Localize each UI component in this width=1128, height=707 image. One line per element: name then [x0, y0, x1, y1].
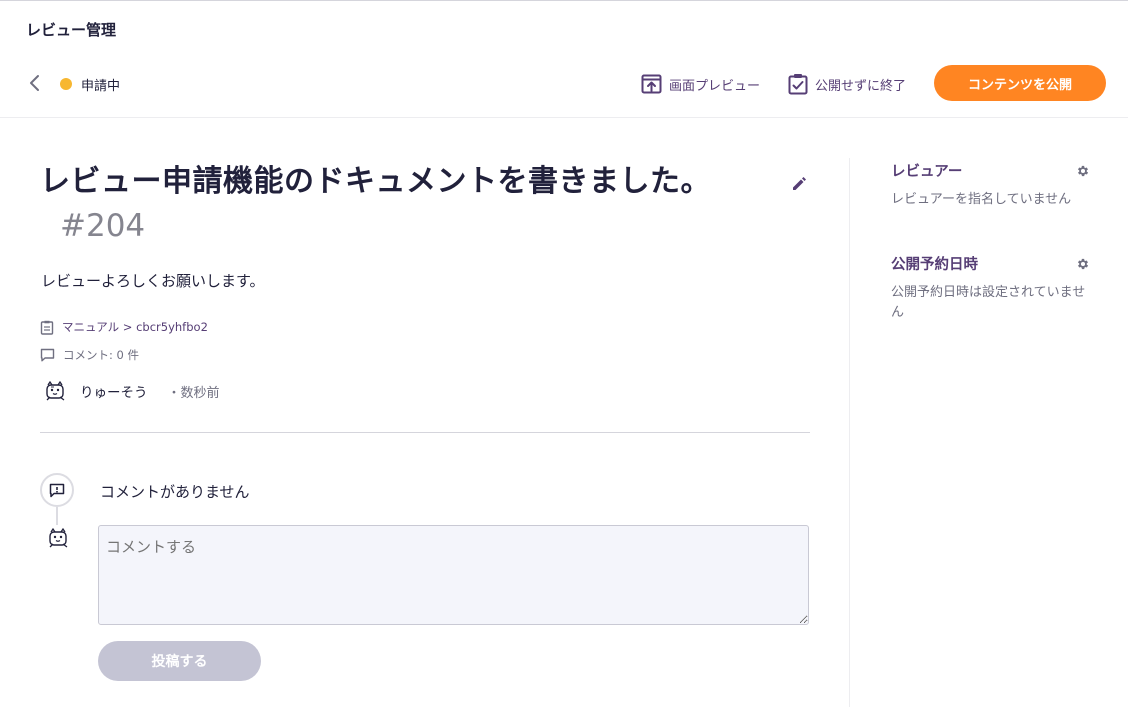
review-title: レビュー申請機能のドキュメントを書きました。	[40, 164, 711, 199]
content-path: マニュアル > cbcr5yhfbo2	[40, 319, 208, 335]
comment-count-label: コメント: 0 件	[63, 348, 140, 362]
chevron-left-icon	[30, 75, 39, 91]
comment-icon	[40, 348, 55, 362]
back-button[interactable]	[22, 71, 46, 95]
current-user-avatar	[48, 527, 68, 553]
author-name: りゅーそう	[80, 385, 148, 401]
sidebar-divider	[849, 158, 850, 707]
reviewer-settings-gear-icon[interactable]	[1076, 164, 1090, 178]
schedule-settings-gear-icon[interactable]	[1076, 257, 1090, 271]
preview-label: 画面プレビュー	[669, 78, 761, 94]
document-icon	[40, 320, 54, 335]
status-label: 申請中	[81, 79, 121, 94]
publish-button[interactable]: コンテンツを公開	[934, 65, 1106, 101]
review-header: 申請中 画面プレビュー 公開せずに終了 コンテンツを公開	[0, 52, 1128, 118]
timeline-marker	[40, 473, 74, 507]
reviewer-section: レビュアー レビュアーを指名していません	[891, 160, 1091, 210]
reviewer-value: レビュアーを指名していません	[891, 192, 1072, 207]
preview-button[interactable]: 画面プレビュー	[641, 72, 760, 96]
schedule-title: 公開予約日時	[891, 257, 978, 273]
edit-pencil-icon[interactable]	[789, 174, 809, 194]
status-dot	[60, 78, 72, 90]
comment-input[interactable]	[98, 525, 809, 625]
post-comment-button[interactable]: 投稿する	[98, 641, 261, 681]
content-path-link[interactable]: マニュアル > cbcr5yhfbo2	[62, 319, 208, 335]
preview-icon	[641, 74, 662, 94]
schedule-section: 公開予約日時 公開予約日時は設定されていません	[891, 253, 1091, 323]
page-title: レビュー管理	[26, 21, 117, 39]
avatar	[46, 380, 65, 401]
divider	[40, 432, 810, 433]
timeline-line	[56, 507, 58, 525]
reviewer-title: レビュアー	[891, 164, 963, 180]
top-border	[0, 0, 1128, 1]
review-number: #204	[60, 208, 146, 244]
no-comments-message: コメントがありません	[100, 483, 250, 501]
review-description: レビューよろしくお願いします。	[41, 272, 265, 290]
clipboard-check-icon	[788, 74, 808, 95]
comment-count: コメント: 0 件	[40, 347, 139, 363]
schedule-value: 公開予約日時は設定されていません	[891, 285, 1086, 320]
comment-alert-icon	[49, 483, 65, 497]
author-row: りゅーそう ・数秒前	[44, 380, 220, 402]
close-without-publish-button[interactable]: 公開せずに終了	[788, 72, 906, 96]
timestamp: ・数秒前	[167, 385, 220, 401]
close-label: 公開せずに終了	[815, 78, 907, 94]
